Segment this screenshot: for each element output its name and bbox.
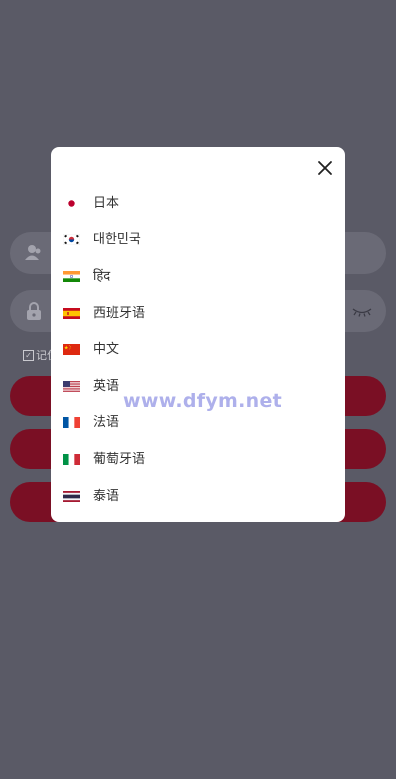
language-label: 泰语 — [93, 488, 120, 504]
close-icon[interactable] — [317, 160, 333, 176]
checkbox-icon: ✓ — [23, 349, 34, 361]
france-flag-icon — [63, 417, 80, 429]
spain-flag-icon — [63, 307, 80, 319]
india-flag-icon — [63, 270, 80, 282]
language-option-chinese[interactable]: 中文 — [51, 331, 345, 368]
language-label: 中文 — [93, 342, 120, 358]
language-select-modal: 日本 대한민국 हिंद 西班牙语 中文 英语 法语 葡萄牙语 泰语 — [51, 147, 345, 522]
watermark-text: www.dfym.net — [123, 390, 283, 412]
language-label: 대한민국 — [93, 232, 141, 248]
language-label: हिंद — [93, 268, 111, 284]
language-option-hindi[interactable]: हिंद — [51, 258, 345, 295]
language-label: 法语 — [93, 415, 120, 431]
south-korea-flag-icon — [63, 234, 80, 246]
language-label: 英语 — [93, 378, 120, 394]
hidden-eye-icon[interactable] — [352, 304, 372, 318]
language-list: 日本 대한민국 हिंद 西班牙语 中文 英语 法语 葡萄牙语 泰语 — [51, 185, 345, 514]
thailand-flag-icon — [63, 490, 80, 502]
language-option-thai[interactable]: 泰语 — [51, 478, 345, 515]
language-label: 西班牙语 — [93, 305, 146, 321]
italy-flag-icon — [63, 453, 80, 465]
usa-flag-icon — [63, 380, 80, 392]
japan-flag-icon — [63, 197, 80, 209]
user-icon — [25, 245, 41, 260]
language-option-korean[interactable]: 대한민국 — [51, 222, 345, 259]
language-option-spanish[interactable]: 西班牙语 — [51, 295, 345, 332]
china-flag-icon — [63, 344, 80, 356]
language-option-japanese[interactable]: 日本 — [51, 185, 345, 222]
lock-icon — [27, 302, 41, 320]
language-label: 日本 — [93, 195, 120, 211]
language-label: 葡萄牙语 — [93, 451, 146, 467]
language-option-portuguese[interactable]: 葡萄牙语 — [51, 441, 345, 478]
